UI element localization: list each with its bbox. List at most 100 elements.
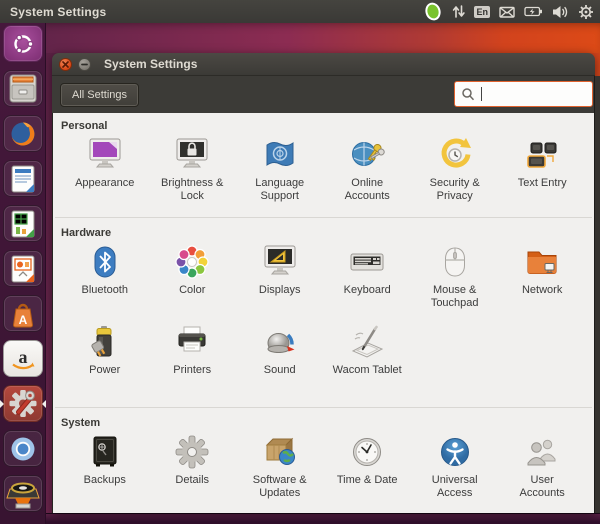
launcher-item-libreoffice-writer[interactable]: [3, 160, 43, 197]
settings-item-printers[interactable]: Printers: [148, 322, 235, 377]
settings-item-network[interactable]: Network: [498, 242, 585, 310]
unity-launcher: A a: [0, 23, 46, 524]
settings-item-backups[interactable]: Backups: [61, 432, 148, 500]
settings-item-label: Brightness & Lock: [161, 177, 224, 202]
settings-item-label: Security & Privacy: [429, 177, 480, 202]
settings-item-wacom-tablet[interactable]: Wacom Tablet: [323, 322, 410, 377]
desktop-wallpaper-top: [0, 23, 600, 53]
language-support-icon: [266, 142, 294, 166]
launcher-item-chromium[interactable]: [3, 430, 43, 467]
settings-item-sound[interactable]: Sound: [236, 322, 323, 377]
time-date-icon: [353, 438, 382, 466]
launcher-item-libreoffice-calc[interactable]: [3, 205, 43, 242]
messages-envelope-icon[interactable]: [499, 0, 515, 23]
launcher-item-files[interactable]: [3, 70, 43, 107]
text-entry-icon: [527, 142, 557, 168]
battery-icon[interactable]: [524, 0, 543, 23]
scrollbar[interactable]: [594, 76, 600, 513]
desktop-wallpaper-bottom: [46, 513, 600, 524]
close-icon: [62, 60, 69, 68]
chromium-icon: [11, 437, 35, 460]
settings-item-universal-access[interactable]: Universal Access: [411, 432, 498, 500]
settings-item-security-privacy[interactable]: Security & Privacy: [411, 135, 498, 203]
impress-doc-icon: [11, 255, 35, 282]
minimize-button[interactable]: [78, 57, 91, 71]
search-input[interactable]: [482, 88, 572, 100]
amazon-icon: a: [12, 347, 35, 369]
settings-item-label: Language Support: [255, 177, 305, 202]
settings-item-bluetooth[interactable]: Bluetooth: [61, 242, 148, 310]
sound-icon: [267, 333, 295, 353]
calc-doc-icon: [11, 210, 35, 237]
top-menu-bar: System Settings En: [0, 0, 600, 23]
launcher-item-music-player[interactable]: [3, 475, 43, 512]
appearance-icon: [89, 138, 121, 168]
launcher-item-ubuntu-dash[interactable]: [3, 25, 43, 62]
firefox-icon: [11, 122, 35, 145]
minimize-icon: [81, 63, 88, 65]
keyboard-icon: [350, 253, 384, 271]
search-field[interactable]: [454, 81, 593, 107]
printers-icon: [178, 326, 206, 352]
network-arrows-icon[interactable]: [452, 0, 466, 23]
section-title: Personal: [61, 120, 108, 132]
settings-item-appearance[interactable]: Appearance: [61, 135, 148, 203]
window-title: System Settings: [104, 57, 198, 71]
launcher-item-libreoffice-impress[interactable]: [3, 250, 43, 287]
settings-item-brightness-lock[interactable]: Brightness & Lock: [148, 135, 235, 203]
settings-item-time-date[interactable]: Time & Date: [323, 432, 410, 500]
volume-icon[interactable]: [552, 0, 569, 23]
settings-item-power[interactable]: Power: [61, 322, 148, 377]
software-updates-icon: [265, 437, 295, 465]
all-settings-button[interactable]: All Settings: [60, 83, 140, 107]
settings-item-label: Mouse & Touchpad: [430, 284, 479, 309]
settings-item-label: Displays: [258, 284, 301, 296]
bluetooth-icon: [94, 246, 116, 278]
settings-item-label: Backups: [83, 474, 126, 486]
launcher-item-software-center[interactable]: A: [3, 295, 43, 332]
network-icon: [527, 251, 557, 274]
settings-content: Personal Appearance Brightness & Lock La…: [52, 113, 595, 513]
section-personal: Personal Appearance Brightness & Lock La…: [55, 113, 592, 218]
ubuntu-logo-icon: [14, 33, 34, 54]
all-settings-label: All Settings: [72, 89, 128, 101]
backups-icon: [93, 436, 117, 467]
settings-item-displays[interactable]: Displays: [236, 242, 323, 310]
settings-item-label: Software & Updates: [252, 474, 307, 499]
keyboard-layout-indicator[interactable]: En: [474, 0, 490, 23]
status-blob-icon[interactable]: [423, 0, 443, 23]
settings-item-user-accounts[interactable]: User Accounts: [498, 432, 585, 500]
launcher-item-system-settings[interactable]: [0, 385, 46, 422]
window-titlebar[interactable]: System Settings: [52, 53, 595, 76]
section-title: Hardware: [61, 227, 112, 239]
settings-item-text-entry[interactable]: Text Entry: [498, 135, 585, 203]
focused-indicator-arrow: [38, 400, 46, 408]
color-icon: [175, 245, 209, 279]
settings-item-software-updates[interactable]: Software & Updates: [236, 432, 323, 500]
user-accounts-icon: [527, 439, 556, 466]
settings-item-language-support[interactable]: Language Support: [236, 135, 323, 203]
settings-item-label: Color: [179, 284, 206, 296]
mouse-icon: [444, 247, 465, 277]
settings-item-online-accounts[interactable]: Online Accounts: [323, 135, 410, 203]
session-gear-icon[interactable]: [578, 0, 594, 23]
system-tray: En: [423, 0, 594, 23]
settings-item-label: Time & Date: [336, 474, 398, 486]
settings-item-color[interactable]: Color: [148, 242, 235, 310]
software-center-bag-icon: A: [12, 303, 34, 327]
writer-doc-icon: [11, 165, 35, 192]
launcher-item-amazon[interactable]: a: [3, 340, 43, 377]
search-icon: [462, 88, 475, 101]
settings-item-label: Printers: [173, 364, 212, 376]
software-center-letter: A: [19, 313, 28, 327]
settings-item-label: Network: [521, 284, 563, 296]
settings-item-details[interactable]: Details: [148, 432, 235, 500]
launcher-item-firefox[interactable]: [3, 115, 43, 152]
running-indicator-arrow: [0, 400, 8, 408]
settings-item-mouse-touchpad[interactable]: Mouse & Touchpad: [411, 242, 498, 310]
close-button[interactable]: [59, 57, 72, 71]
settings-gear-wrench-icon: [9, 390, 37, 417]
settings-item-keyboard[interactable]: Keyboard: [323, 242, 410, 310]
section-system: System Backups Details Software & Update…: [55, 408, 592, 512]
settings-item-label: Appearance: [75, 177, 135, 189]
